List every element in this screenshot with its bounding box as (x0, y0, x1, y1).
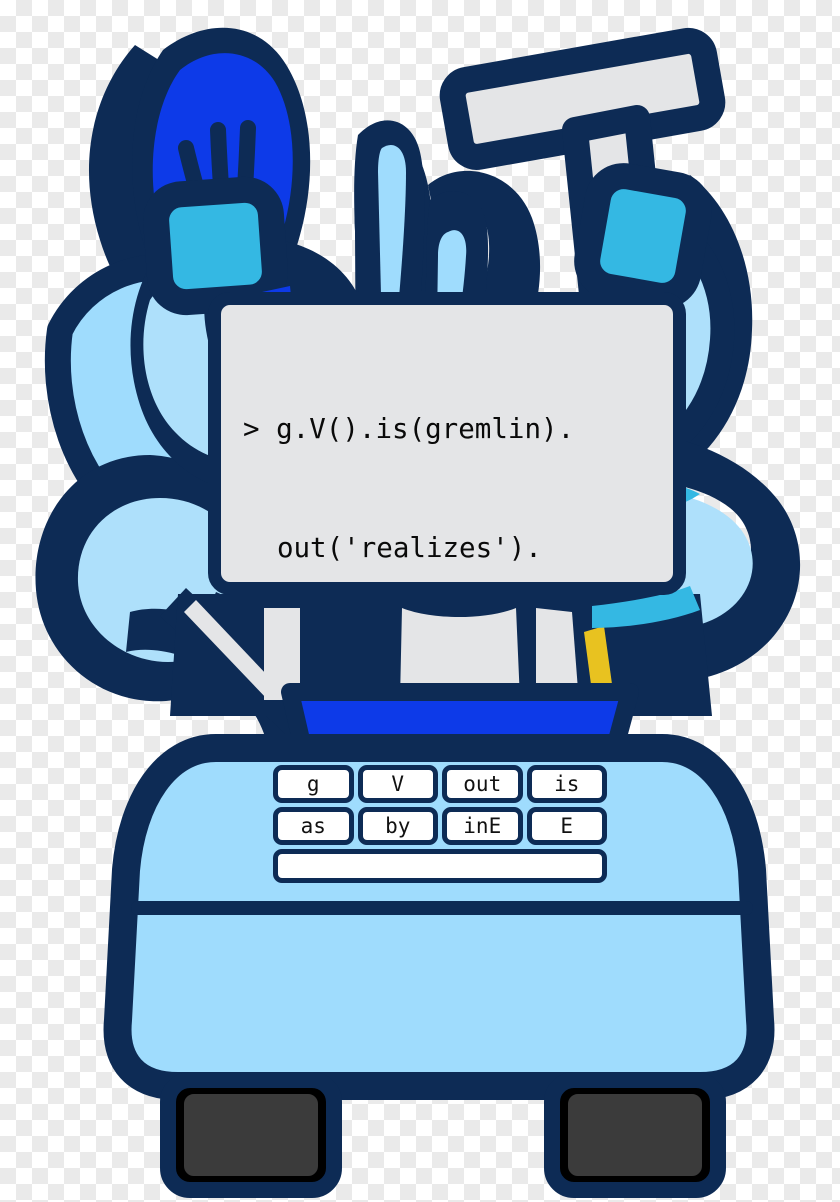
keyboard-row-1: g V out is (273, 765, 607, 803)
key-out[interactable]: out (442, 765, 523, 803)
foot-right (544, 1072, 726, 1198)
key-spacebar[interactable] (273, 849, 607, 883)
keyboard-row-2: as by inE E (273, 807, 607, 845)
key-g[interactable]: g (273, 765, 354, 803)
key-inE[interactable]: inE (442, 807, 523, 845)
key-E[interactable]: E (526, 807, 607, 845)
key-is[interactable]: is (526, 765, 607, 803)
gremlin-mascot-artwork (35, 27, 801, 1198)
keyboard-row-3 (273, 849, 607, 883)
foot-left (160, 1072, 342, 1198)
eye-right (574, 163, 712, 309)
console-prompt-line: > g.V().is(gremlin). (243, 413, 575, 445)
gremlin-console-output: > g.V().is(gremlin). out('realizes'). ou… (208, 292, 686, 595)
key-by[interactable]: by (357, 807, 438, 845)
illustration-canvas: > g.V().is(gremlin). out('realizes'). ou… (0, 0, 840, 1202)
key-V[interactable]: V (357, 765, 438, 803)
keyboard: g V out is as by inE E (273, 765, 607, 887)
eye-left (143, 176, 288, 316)
key-as[interactable]: as (273, 807, 354, 845)
console-continuation-line-1: out('realizes'). (276, 531, 542, 564)
